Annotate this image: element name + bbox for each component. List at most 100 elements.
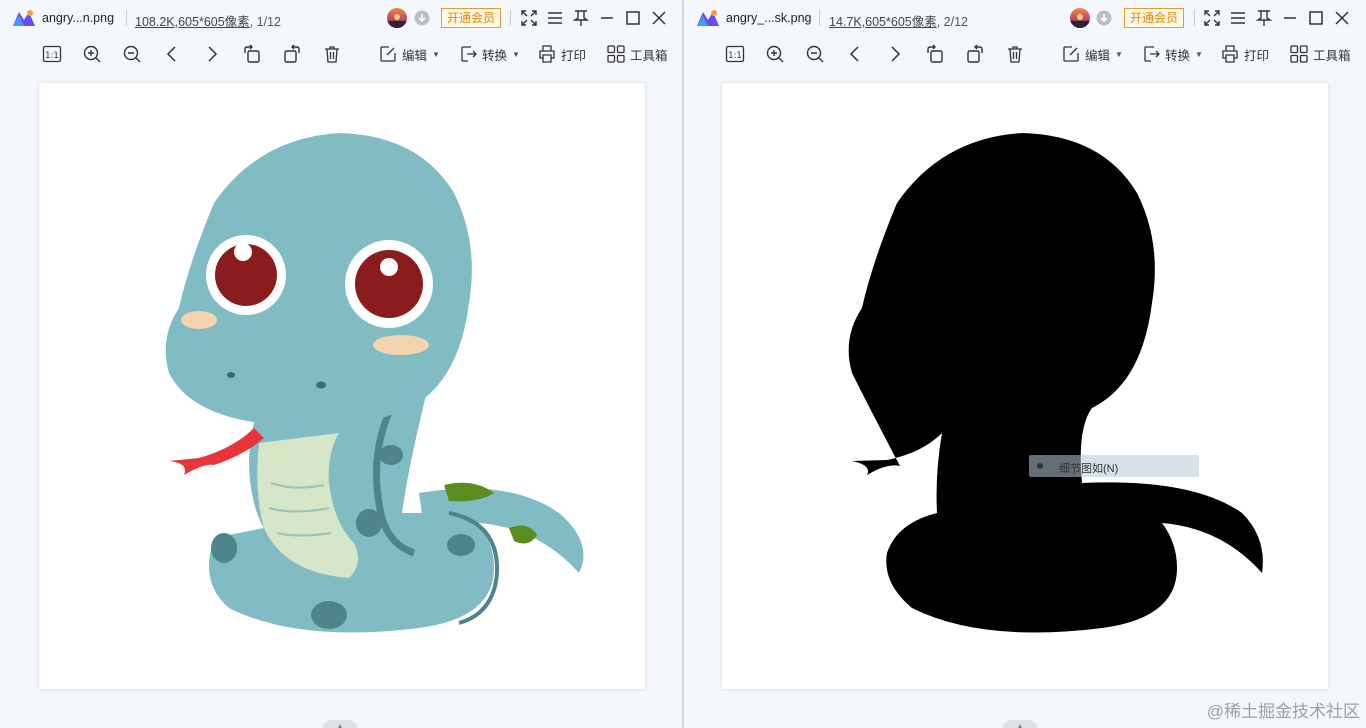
chevron-up-icon: ▲ — [1016, 722, 1024, 728]
toolbox-icon — [1290, 45, 1308, 63]
rotate-left-button[interactable] — [925, 44, 945, 64]
print-icon — [1222, 45, 1238, 63]
title-bar[interactable]: angry...n.png 108.2K,605*605像素, 1/12 开通会… — [0, 0, 682, 36]
chevron-up-icon: ▲ — [336, 722, 344, 728]
delete-button[interactable] — [1005, 44, 1025, 64]
rotate-left-button[interactable] — [242, 44, 262, 64]
prev-icon — [166, 46, 176, 62]
thumbnail-toggle[interactable]: ▲ — [1002, 720, 1038, 728]
cartoon-snake-image — [165, 133, 584, 633]
minimize-icon[interactable] — [1281, 9, 1299, 27]
next-button[interactable] — [202, 44, 222, 64]
title-separator — [819, 10, 820, 26]
edit-icon — [380, 46, 396, 62]
download-icon[interactable] — [1096, 10, 1112, 26]
convert-label: 转换 — [482, 48, 508, 63]
delete-icon — [325, 46, 339, 63]
image-canvas[interactable] — [39, 83, 645, 689]
zoom-out-button[interactable] — [122, 44, 142, 64]
prev-button[interactable] — [845, 44, 865, 64]
watermark: @稀土掘金技术社区 — [1206, 702, 1360, 721]
zoom-in-button[interactable] — [765, 44, 785, 64]
image-canvas[interactable]: 细节图如(N) — [722, 83, 1328, 689]
edit-button[interactable]: 编辑 ▼ — [1061, 44, 1123, 64]
svg-text:1:1: 1:1 — [728, 51, 742, 61]
menu-icon[interactable] — [1229, 9, 1247, 27]
maximize-icon[interactable] — [1307, 9, 1325, 27]
rotate-right-button[interactable] — [965, 44, 985, 64]
next-icon — [891, 46, 901, 62]
actual-size-button[interactable]: 1:1 — [725, 44, 745, 64]
convert-button[interactable]: 转换 ▼ — [458, 44, 520, 64]
edit-label: 编辑 — [402, 48, 428, 63]
rotate-right-button[interactable] — [282, 44, 302, 64]
thumbnail-toggle[interactable]: ▲ — [322, 720, 358, 728]
delete-icon — [1008, 46, 1022, 63]
pin-icon[interactable] — [572, 9, 590, 27]
title-separator — [126, 10, 127, 26]
prev-button[interactable] — [162, 44, 182, 64]
print-label: 打印 — [561, 48, 587, 63]
toolbox-label: 工具箱 — [630, 48, 668, 63]
actual-size-button[interactable]: 1:1 — [42, 44, 62, 64]
print-button[interactable]: 打印 — [537, 44, 586, 64]
title-bar[interactable]: angry_...sk.png 14.7K,605*605像素, 2/12 开通… — [684, 0, 1366, 36]
vip-button[interactable]: 开通会员 — [441, 8, 502, 28]
chevron-down-icon: ▼ — [512, 49, 520, 59]
zoom-in-icon — [83, 45, 101, 63]
close-icon[interactable] — [650, 9, 668, 27]
hover-tooltip: 细节图如(N) — [1029, 455, 1199, 477]
file-info: 108.2K,605*605像素, 1/12 — [135, 11, 281, 30]
screen: angry...n.png 108.2K,605*605像素, 1/12 开通会… — [0, 0, 1366, 728]
svg-text:1:1: 1:1 — [45, 51, 59, 61]
menu-icon[interactable] — [546, 9, 564, 27]
edit-button[interactable]: 编辑 ▼ — [378, 44, 440, 64]
tooltip-bullet — [1037, 463, 1043, 469]
fullscreen-icon[interactable] — [1203, 9, 1221, 27]
maximize-icon[interactable] — [624, 9, 642, 27]
app-logo-icon — [697, 10, 719, 26]
image-dimensions: ,605*605像素 — [861, 15, 937, 29]
toolbox-button[interactable]: 工具箱 — [606, 44, 668, 64]
toolbox-label: 工具箱 — [1313, 48, 1351, 63]
convert-icon — [461, 46, 477, 62]
download-icon[interactable] — [414, 10, 430, 26]
zoom-out-button[interactable] — [805, 44, 825, 64]
app-logo-icon — [13, 10, 35, 26]
snake-mask-image — [848, 133, 1263, 633]
zoom-out-icon — [806, 45, 824, 63]
chevron-down-icon: ▼ — [432, 49, 440, 59]
image-viewer-window-1: angry...n.png 108.2K,605*605像素, 1/12 开通会… — [0, 0, 682, 728]
close-icon[interactable] — [1333, 9, 1351, 27]
fullscreen-icon[interactable] — [520, 9, 538, 27]
minimize-icon[interactable] — [598, 9, 616, 27]
zoom-in-button[interactable] — [82, 44, 102, 64]
rotate-left-icon — [927, 44, 943, 63]
zoom-out-icon — [123, 45, 141, 63]
edit-icon — [1063, 46, 1079, 62]
convert-button[interactable]: 转换 ▼ — [1141, 44, 1203, 64]
prev-icon — [849, 46, 859, 62]
file-name: angry_...sk.png — [726, 11, 812, 25]
print-label: 打印 — [1244, 48, 1270, 63]
avatar-icon[interactable] — [1070, 8, 1090, 28]
file-info: 14.7K,605*605像素, 2/12 — [829, 11, 968, 30]
vip-button[interactable]: 开通会员 — [1124, 8, 1185, 28]
rotate-left-icon — [244, 44, 260, 63]
image-viewer-window-2: angry_...sk.png 14.7K,605*605像素, 2/12 开通… — [684, 0, 1366, 728]
file-size[interactable]: 108.2K — [135, 15, 175, 29]
print-button[interactable]: 打印 — [1220, 44, 1269, 64]
chevron-down-icon: ▼ — [1195, 49, 1203, 59]
file-size[interactable]: 14.7K — [829, 15, 862, 29]
pin-icon[interactable] — [1255, 9, 1273, 27]
rotate-right-icon — [967, 44, 983, 63]
delete-button[interactable] — [322, 44, 342, 64]
image-dimensions: ,605*605像素 — [174, 15, 250, 29]
toolbar: 1:1 编辑 ▼ 转换 ▼ 打印 工具箱 — [684, 38, 1366, 70]
page-counter: , 2/12 — [936, 15, 969, 29]
print-icon — [539, 45, 555, 63]
toolbox-button[interactable]: 工具箱 — [1289, 44, 1351, 64]
avatar-icon[interactable] — [387, 8, 407, 28]
next-button[interactable] — [885, 44, 905, 64]
rotate-right-icon — [284, 44, 300, 63]
